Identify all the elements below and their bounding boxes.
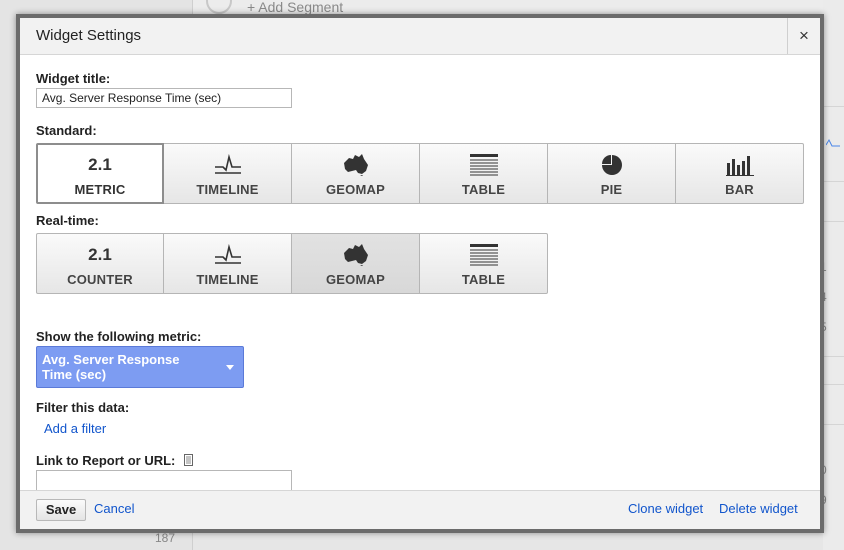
cancel-link[interactable]: Cancel — [94, 501, 134, 516]
add-filter-link[interactable]: Add a filter — [44, 421, 106, 436]
background-divider — [823, 424, 844, 425]
standard-tile-row: 2.1 METRIC TIMELINE GEOMAP TABLE PIE BAR — [36, 143, 804, 204]
background-count: 187 — [155, 531, 176, 545]
widget-title-label: Widget title: — [36, 71, 111, 86]
background-divider — [823, 356, 844, 357]
background-divider — [823, 106, 844, 107]
tile-label: GEOMAP — [326, 182, 385, 197]
realtime-tile-row: 2.1 COUNTER TIMELINE GEOMAP TABLE — [36, 233, 548, 294]
realtime-label: Real-time: — [36, 213, 99, 228]
standard-tile-pie[interactable]: PIE — [548, 143, 676, 204]
realtime-tile-geomap[interactable]: GEOMAP — [292, 233, 420, 294]
tile-label: PIE — [600, 182, 623, 197]
save-button[interactable]: Save — [36, 499, 86, 521]
timeline-icon — [164, 243, 291, 266]
realtime-tile-table[interactable]: TABLE — [420, 233, 548, 294]
standard-tile-timeline[interactable]: TIMELINE — [164, 143, 292, 204]
background-divider — [823, 181, 844, 182]
pie-icon — [548, 154, 675, 176]
clone-widget-link[interactable]: Clone widget — [628, 501, 703, 516]
tile-label: GEOMAP — [326, 272, 385, 287]
widget-settings-dialog: Widget Settings × Widget title: Standard… — [16, 14, 824, 533]
dialog-title: Widget Settings — [36, 27, 142, 44]
tile-label: METRIC — [74, 182, 126, 197]
standard-tile-table[interactable]: TABLE — [420, 143, 548, 204]
add-segment-link: + Add Segment — [247, 0, 344, 15]
tile-label: BAR — [725, 182, 754, 197]
table-icon — [420, 154, 547, 176]
metric-dropdown-value: Avg. Server Response Time (sec) — [42, 352, 180, 382]
widget-title-input[interactable] — [36, 88, 292, 108]
tile-label: COUNTER — [67, 272, 133, 287]
report-page-icon[interactable] — [184, 454, 193, 466]
standard-tile-bar[interactable]: BAR — [676, 143, 804, 204]
bar-icon — [676, 154, 803, 176]
timeline-icon — [164, 153, 291, 176]
background-sparkline-icon — [826, 138, 840, 147]
chevron-down-icon — [226, 365, 234, 370]
tile-label: TIMELINE — [196, 272, 259, 287]
tile-label: TABLE — [461, 272, 506, 287]
geomap-icon — [292, 244, 419, 266]
tile-label: TIMELINE — [196, 182, 259, 197]
geomap-icon — [292, 154, 419, 176]
counter-number-icon: 2.1 — [88, 245, 112, 264]
standard-tile-geomap[interactable]: GEOMAP — [292, 143, 420, 204]
realtime-tile-counter[interactable]: 2.1 COUNTER — [36, 233, 164, 294]
link-label: Link to Report or URL: — [36, 453, 176, 468]
standard-label: Standard: — [36, 123, 97, 138]
close-icon: × — [799, 26, 809, 45]
tile-label: TABLE — [461, 182, 506, 197]
background-divider — [823, 384, 844, 385]
dialog-header: Widget Settings × — [20, 18, 820, 55]
metric-dropdown[interactable]: Avg. Server Response Time (sec) — [36, 346, 244, 388]
table-icon — [420, 244, 547, 266]
standard-tile-metric[interactable]: 2.1 METRIC — [36, 143, 164, 204]
metric-number-icon: 2.1 — [88, 155, 112, 174]
metric-label: Show the following metric: — [36, 329, 202, 344]
background-divider — [823, 221, 844, 222]
filter-label: Filter this data: — [36, 400, 130, 415]
close-button[interactable]: × — [787, 18, 820, 54]
dialog-footer: Save Cancel Clone widget Delete widget — [20, 490, 820, 529]
delete-widget-link[interactable]: Delete widget — [719, 501, 798, 516]
realtime-tile-timeline[interactable]: TIMELINE — [164, 233, 292, 294]
